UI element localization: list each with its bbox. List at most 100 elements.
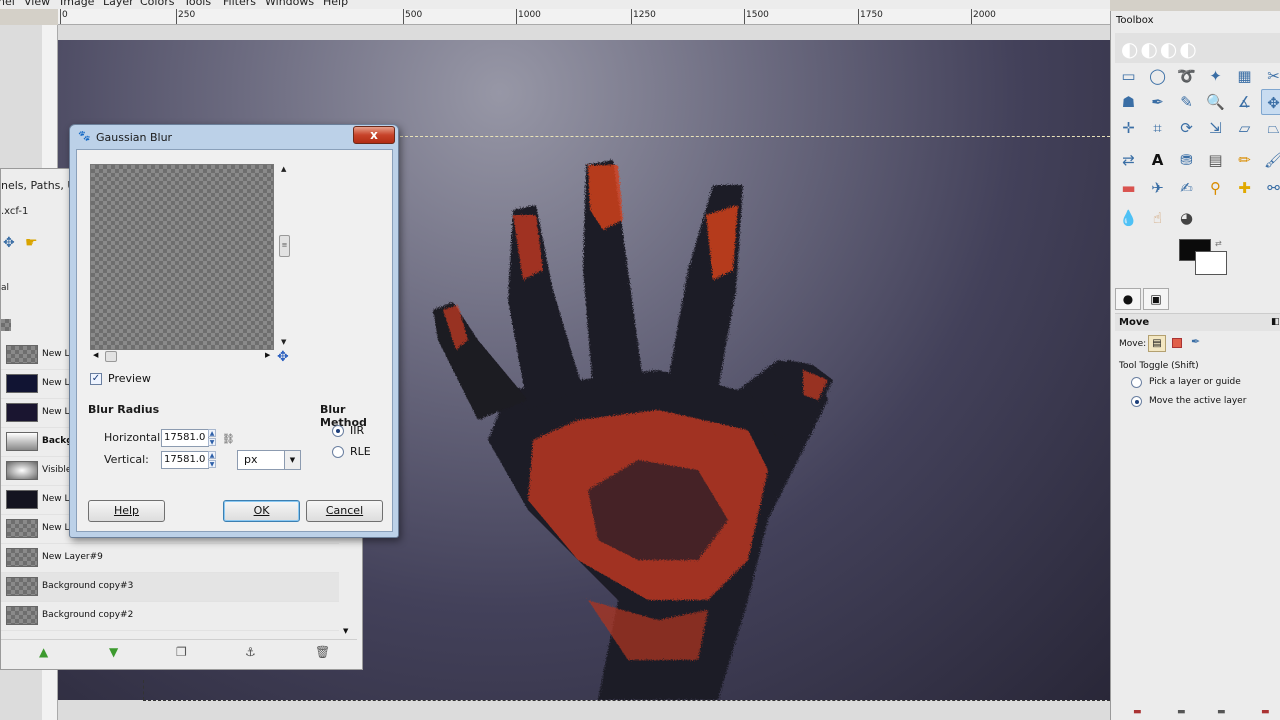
scroll-right-icon[interactable]: ▶	[265, 351, 270, 359]
pick-layer-radio[interactable]	[1131, 377, 1142, 388]
preview-label[interactable]: Preview	[108, 372, 151, 385]
swap-colors-icon[interactable]: ⇄	[1215, 239, 1222, 248]
rotate-icon[interactable]: ⟳	[1174, 115, 1199, 141]
scroll-thumb[interactable]	[105, 351, 117, 362]
layer-row[interactable]: New Layer#9	[1, 544, 339, 573]
move-tool-icon[interactable]: ✥	[3, 235, 15, 251]
layers-scrollbar[interactable]: ▼	[339, 579, 355, 639]
menu-colors[interactable]: Colors	[140, 0, 174, 8]
airbrush-icon[interactable]: ✈	[1145, 175, 1170, 201]
move-selection-mode-icon[interactable]	[1172, 338, 1182, 348]
configure-icon[interactable]: ◧	[1271, 317, 1280, 327]
tool-options-tab[interactable]: ●	[1115, 288, 1141, 310]
scroll-up-icon[interactable]: ▲	[281, 165, 286, 173]
preview-area[interactable]	[90, 164, 274, 350]
flip-icon[interactable]: ⇄	[1116, 147, 1141, 173]
dodge-burn-icon[interactable]: ◕	[1174, 205, 1199, 231]
menu-view[interactable]: View	[24, 0, 50, 8]
background-color-swatch[interactable]	[1195, 251, 1227, 275]
chain-link-icon[interactable]: ⛓	[222, 434, 235, 445]
lower-layer-icon[interactable]: ▼	[109, 645, 118, 659]
fuzzy-select-icon[interactable]: ✦	[1203, 63, 1228, 89]
paths-icon[interactable]: ✒	[1145, 89, 1170, 115]
preview-horizontal-scrollbar[interactable]: ◀ ▶	[90, 351, 274, 363]
iir-label[interactable]: IIR	[350, 424, 364, 437]
menu-filters[interactable]: Filters	[223, 0, 256, 8]
align-icon[interactable]: ✛	[1116, 115, 1141, 141]
restore-options-icon[interactable]: ▬	[1177, 707, 1186, 717]
delete-options-icon[interactable]: ▬	[1217, 707, 1226, 717]
spin-down-icon[interactable]: ▼	[208, 438, 216, 446]
ok-button[interactable]: OK	[223, 500, 300, 522]
horizontal-spinner[interactable]: ▲ ▼	[207, 429, 217, 447]
dialog-titlebar[interactable]: 🐾 Gaussian Blur x	[70, 125, 398, 149]
rle-label[interactable]: RLE	[350, 445, 371, 458]
color-select-icon[interactable]: ▦	[1232, 63, 1257, 89]
spin-down-icon[interactable]: ▼	[208, 460, 216, 468]
color-picker-icon[interactable]: ✎	[1174, 89, 1199, 115]
zoom-icon[interactable]: 🔍	[1203, 89, 1228, 115]
heal-icon[interactable]: ✚	[1232, 175, 1257, 201]
device-status-tab[interactable]: ▣	[1143, 288, 1169, 310]
scroll-down-icon[interactable]: ▼	[281, 338, 286, 346]
anchor-layer-icon[interactable]: ⚓	[245, 645, 256, 659]
delete-layer-icon[interactable]: 🗑	[315, 645, 330, 659]
foreground-select-icon[interactable]: ☗	[1116, 89, 1141, 115]
scroll-down-icon[interactable]: ▼	[343, 627, 348, 635]
save-options-icon[interactable]: ▬	[1133, 707, 1142, 717]
clone-icon[interactable]: ⚲	[1203, 175, 1228, 201]
shear-icon[interactable]: ▱	[1232, 115, 1257, 141]
scroll-thumb[interactable]: ≡	[279, 235, 290, 257]
menu-tools[interactable]: Tools	[184, 0, 211, 8]
reset-options-icon[interactable]: ▬	[1261, 707, 1270, 717]
blur-sharpen-icon[interactable]: 💧	[1116, 205, 1141, 231]
bucket-fill-icon[interactable]: ⛃	[1174, 147, 1199, 173]
rect-select-icon[interactable]: ▭	[1116, 63, 1141, 89]
measure-icon[interactable]: ∡	[1232, 89, 1257, 115]
iir-radio[interactable]	[332, 425, 344, 437]
spin-up-icon[interactable]: ▲	[208, 451, 216, 459]
move-active-layer-radio[interactable]	[1131, 396, 1142, 407]
blend-icon[interactable]: ▤	[1203, 147, 1228, 173]
scale-icon[interactable]: ⇲	[1203, 115, 1228, 141]
cancel-button[interactable]: Cancel	[306, 500, 383, 522]
pick-layer-label[interactable]: Pick a layer or guide	[1149, 377, 1241, 387]
scissors-icon[interactable]: ✂	[1261, 63, 1280, 89]
lock-pixels-icon[interactable]	[1, 319, 11, 331]
pencil-icon[interactable]: ✏	[1232, 147, 1257, 173]
menu-windows[interactable]: Windows	[265, 0, 314, 8]
close-button[interactable]: x	[353, 126, 395, 144]
preview-vertical-scrollbar[interactable]: ▲ ≡ ▼	[278, 162, 292, 352]
perspective-icon[interactable]: ⏢	[1261, 115, 1280, 141]
horizontal-input[interactable]: 17581.0	[161, 429, 209, 447]
menu-layer[interactable]: Layer	[103, 0, 134, 8]
spin-up-icon[interactable]: ▲	[208, 429, 216, 437]
layer-row[interactable]: Background copy#3	[1, 573, 339, 602]
preview-checkbox[interactable]: ✓	[90, 373, 102, 385]
chevron-down-icon[interactable]: ▼	[284, 451, 300, 469]
rle-radio[interactable]	[332, 446, 344, 458]
image-selector[interactable]: .xcf-1	[1, 206, 28, 217]
eraser-icon[interactable]: ▬	[1116, 175, 1141, 201]
move-layer-mode-icon[interactable]: ▤	[1148, 335, 1166, 352]
help-button[interactable]: Help	[88, 500, 165, 522]
smudge-icon[interactable]: ☛	[25, 235, 38, 251]
duplicate-layer-icon[interactable]: ❐	[176, 645, 187, 659]
move-icon[interactable]: ✥	[1261, 89, 1280, 115]
ink-icon[interactable]: ✍	[1174, 175, 1199, 201]
ellipse-select-icon[interactable]: ◯	[1145, 63, 1170, 89]
raise-layer-icon[interactable]: ▲	[39, 645, 48, 659]
vertical-input[interactable]: 17581.0	[161, 451, 209, 469]
perspective-clone-icon[interactable]: ⚯	[1261, 175, 1280, 201]
layer-mode-label[interactable]: al	[1, 283, 9, 293]
vertical-spinner[interactable]: ▲ ▼	[207, 451, 217, 469]
menu-item[interactable]: nel	[0, 0, 15, 8]
text-icon[interactable]: A	[1145, 147, 1170, 173]
horizontal-ruler[interactable]: 0 250 500 1000 1250 1500 1750 2000	[58, 9, 1110, 25]
menu-image[interactable]: Image	[60, 0, 94, 8]
scroll-left-icon[interactable]: ◀	[93, 351, 98, 359]
layer-row[interactable]: Background copy#2	[1, 602, 339, 631]
crop-icon[interactable]: ⌗	[1145, 115, 1170, 141]
unit-selector[interactable]: px ▼	[237, 450, 301, 470]
menu-help[interactable]: Help	[323, 0, 348, 8]
